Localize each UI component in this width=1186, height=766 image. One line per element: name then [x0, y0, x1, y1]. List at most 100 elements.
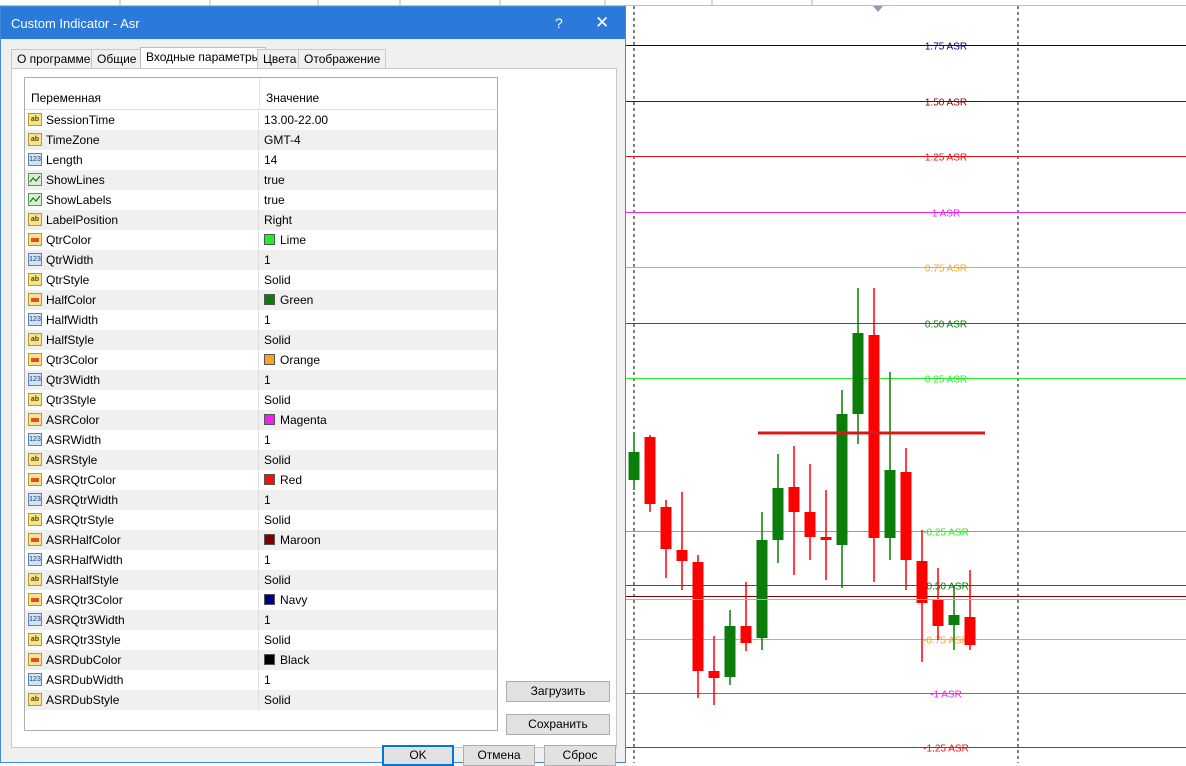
param-name-cell[interactable]: ASRQtr3Color — [25, 590, 259, 610]
tab-inputs[interactable]: Входные параметры — [140, 47, 267, 70]
table-row[interactable]: ab QtrStyle Solid — [25, 270, 497, 290]
param-value-cell[interactable]: 1 — [260, 550, 497, 570]
param-value-cell[interactable]: Solid — [260, 390, 497, 410]
param-name-cell[interactable]: 123 HalfWidth — [25, 310, 259, 330]
tab-display[interactable]: Отображение — [298, 49, 387, 69]
title-bar[interactable]: Custom Indicator - Asr ? ✕ — [1, 7, 625, 39]
param-name-cell[interactable]: ab HalfStyle — [25, 330, 259, 350]
help-icon[interactable]: ? — [555, 15, 563, 31]
param-name-cell[interactable]: HalfColor — [25, 290, 259, 310]
table-row[interactable]: ASRQtr3Color Navy — [25, 590, 497, 610]
param-value-cell[interactable]: Magenta — [260, 410, 497, 430]
param-value-cell[interactable]: 14 — [260, 150, 497, 170]
param-name-cell[interactable]: ab ASRQtrStyle — [25, 510, 259, 530]
param-name-cell[interactable]: ab ASRQtr3Style — [25, 630, 259, 650]
param-value-cell[interactable]: Navy — [260, 590, 497, 610]
param-value-cell[interactable]: 1 — [260, 310, 497, 330]
param-name-cell[interactable]: 123 ASRDubWidth — [25, 670, 259, 690]
param-value-cell[interactable]: Black — [260, 650, 497, 670]
param-value-cell[interactable]: Maroon — [260, 530, 497, 550]
param-name-cell[interactable]: ShowLines — [25, 170, 259, 190]
param-value-cell[interactable]: Solid — [260, 630, 497, 650]
param-name-cell[interactable]: 123 ASRWidth — [25, 430, 259, 450]
table-row[interactable]: ab ASRHalfStyle Solid — [25, 570, 497, 590]
param-value-cell[interactable]: Orange — [260, 350, 497, 370]
param-name-cell[interactable]: 123 ASRHalfWidth — [25, 550, 259, 570]
column-header-value[interactable]: Значение — [266, 91, 319, 105]
param-name-cell[interactable]: Qtr3Color — [25, 350, 259, 370]
param-name-cell[interactable]: ab SessionTime — [25, 110, 259, 130]
table-row[interactable]: 123 ASRDubWidth 1 — [25, 670, 497, 690]
table-row[interactable]: ab ASRDubStyle Solid — [25, 690, 497, 710]
param-value-cell[interactable]: Right — [260, 210, 497, 230]
param-value-cell[interactable]: Solid — [260, 690, 497, 710]
param-value-cell[interactable]: 1 — [260, 430, 497, 450]
table-row[interactable]: ab LabelPosition Right — [25, 210, 497, 230]
column-header-variable[interactable]: Переменная — [31, 91, 101, 105]
table-row[interactable]: 123 ASRHalfWidth 1 — [25, 550, 497, 570]
table-row[interactable]: ab Qtr3Style Solid — [25, 390, 497, 410]
param-value-cell[interactable]: 1 — [260, 670, 497, 690]
table-row[interactable]: Qtr3Color Orange — [25, 350, 497, 370]
param-value-cell[interactable]: true — [260, 170, 497, 190]
param-name-cell[interactable]: 123 ASRQtrWidth — [25, 490, 259, 510]
param-value-cell[interactable]: 1 — [260, 370, 497, 390]
column-separator[interactable] — [259, 78, 260, 109]
param-name-cell[interactable]: 123 QtrWidth — [25, 250, 259, 270]
param-name-cell[interactable]: ab QtrStyle — [25, 270, 259, 290]
table-row[interactable]: 123 QtrWidth 1 — [25, 250, 497, 270]
close-icon[interactable]: ✕ — [595, 13, 609, 33]
table-row[interactable]: ab ASRStyle Solid — [25, 450, 497, 470]
param-value-cell[interactable]: Solid — [260, 270, 497, 290]
param-value-cell[interactable]: Lime — [260, 230, 497, 250]
param-value-cell[interactable]: Solid — [260, 450, 497, 470]
param-value-cell[interactable]: 1 — [260, 490, 497, 510]
param-name-cell[interactable]: ASRHalfColor — [25, 530, 259, 550]
save-button[interactable]: Сохранить — [506, 714, 610, 735]
param-value-cell[interactable]: 13.00-22.00 — [260, 110, 497, 130]
param-name-cell[interactable]: 123 Qtr3Width — [25, 370, 259, 390]
param-name-cell[interactable]: ab ASRDubStyle — [25, 690, 259, 710]
table-row[interactable]: ASRHalfColor Maroon — [25, 530, 497, 550]
tab-colors[interactable]: Цвета — [257, 49, 303, 69]
param-name-cell[interactable]: ASRColor — [25, 410, 259, 430]
param-name-cell[interactable]: QtrColor — [25, 230, 259, 250]
param-value-cell[interactable]: GMT-4 — [260, 130, 497, 150]
table-row[interactable]: ASRDubColor Black — [25, 650, 497, 670]
load-button[interactable]: Загрузить — [506, 681, 610, 702]
table-row[interactable]: HalfColor Green — [25, 290, 497, 310]
table-row[interactable]: ShowLines true — [25, 170, 497, 190]
param-name-cell[interactable]: ASRQtrColor — [25, 470, 259, 490]
param-value-cell[interactable]: Solid — [260, 330, 497, 350]
table-row[interactable]: ASRQtrColor Red — [25, 470, 497, 490]
param-value-cell[interactable]: 1 — [260, 250, 497, 270]
param-name-cell[interactable]: ab ASRStyle — [25, 450, 259, 470]
table-row[interactable]: ab ASRQtr3Style Solid — [25, 630, 497, 650]
table-row[interactable]: ab HalfStyle Solid — [25, 330, 497, 350]
table-row[interactable]: 123 Qtr3Width 1 — [25, 370, 497, 390]
table-row[interactable]: 123 Length 14 — [25, 150, 497, 170]
param-value-cell[interactable]: Solid — [260, 510, 497, 530]
tab-common[interactable]: Общие — [91, 49, 143, 69]
param-name-cell[interactable]: ShowLabels — [25, 190, 259, 210]
table-row[interactable]: 123 ASRWidth 1 — [25, 430, 497, 450]
table-row[interactable]: 123 ASRQtr3Width 1 — [25, 610, 497, 630]
tab-about[interactable]: О программе — [11, 49, 97, 69]
table-row[interactable]: ab TimeZone GMT-4 — [25, 130, 497, 150]
param-value-cell[interactable]: 1 — [260, 610, 497, 630]
table-row[interactable]: 123 HalfWidth 1 — [25, 310, 497, 330]
param-name-cell[interactable]: 123 Length — [25, 150, 259, 170]
table-row[interactable]: ab ASRQtrStyle Solid — [25, 510, 497, 530]
table-row[interactable]: QtrColor Lime — [25, 230, 497, 250]
param-value-cell[interactable]: Green — [260, 290, 497, 310]
table-row[interactable]: ab SessionTime 13.00-22.00 — [25, 110, 497, 130]
table-row[interactable]: ASRColor Magenta — [25, 410, 497, 430]
param-name-cell[interactable]: ab LabelPosition — [25, 210, 259, 230]
param-name-cell[interactable]: ASRDubColor — [25, 650, 259, 670]
param-name-cell[interactable]: 123 ASRQtr3Width — [25, 610, 259, 630]
param-name-cell[interactable]: ab ASRHalfStyle — [25, 570, 259, 590]
param-value-cell[interactable]: true — [260, 190, 497, 210]
param-value-cell[interactable]: Red — [260, 470, 497, 490]
param-name-cell[interactable]: ab TimeZone — [25, 130, 259, 150]
table-row[interactable]: 123 ASRQtrWidth 1 — [25, 490, 497, 510]
